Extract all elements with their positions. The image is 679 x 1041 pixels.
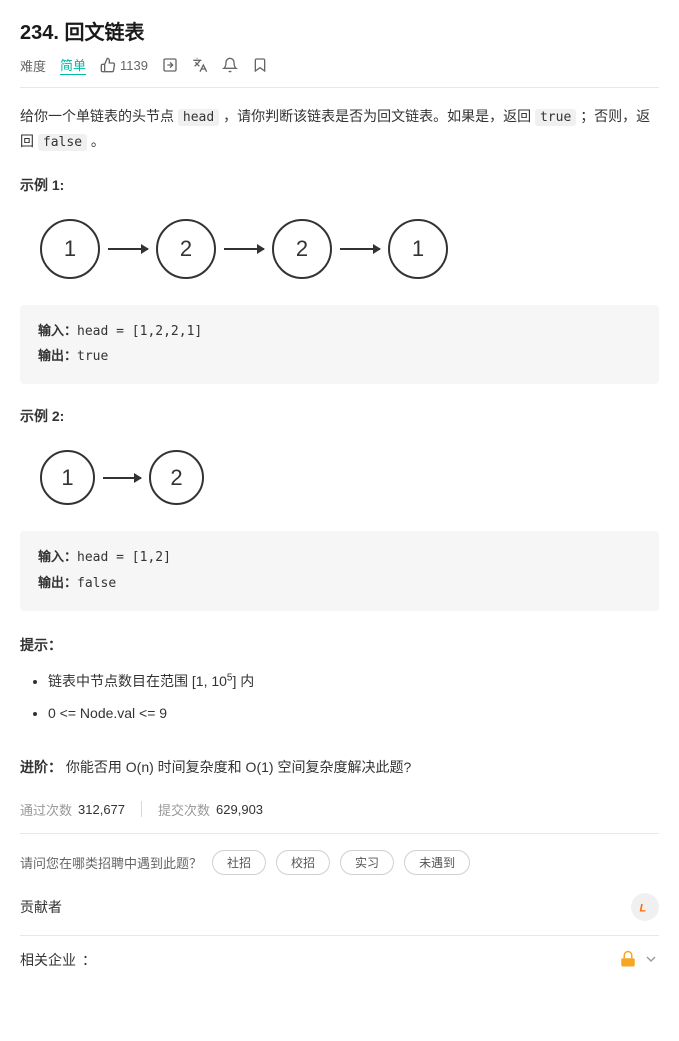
example2-section: 示例 2: 1 2 输入：head = [1,2] 输出：false [20,406,659,610]
example1-section: 示例 1: 1 2 2 1 输入：head = [1,2,2,1] 输出：tru… [20,175,659,384]
meta-row: 难度 简单 1139 [20,55,659,88]
advanced-section: 进阶： 你能否用 O(n) 时间复杂度和 O(1) 空间复杂度解决此题? [20,755,659,780]
difficulty-tag[interactable]: 简单 [60,55,86,75]
share-icon[interactable] [162,57,178,73]
pass-count-item: 通过次数 312,677 [20,800,125,819]
node-1b: 1 [388,219,448,279]
likes-count: 1139 [120,58,148,73]
related-companies-colon: ： [82,950,96,970]
recruit-label: 请问您在哪类招聘中遇到此题？ [20,853,202,872]
hint-1: 链表中节点数目在范围 [1, 105] 内 [48,667,659,695]
lock-icon [619,950,637,971]
contributors-label: 贡献者 [20,897,62,917]
node-2b: 2 [272,219,332,279]
example1-title: 示例 1: [20,175,659,195]
node-e2-1: 1 [40,450,95,505]
recruit-tag-xiaozao[interactable]: 校招 [276,850,330,875]
arrow-3 [340,248,380,250]
node-2a: 2 [156,219,216,279]
thumbs-up-icon [100,57,116,73]
translate-icon[interactable] [192,57,208,73]
node-1a: 1 [40,219,100,279]
problem-title: 234. 回文链表 [20,16,145,45]
submit-count-item: 提交次数 629,903 [158,800,263,819]
recruit-tag-weiyu[interactable]: 未遇到 [404,850,470,875]
true-code: true [535,109,576,126]
arrow-1 [108,248,148,250]
likes-icon-group[interactable]: 1139 [100,57,148,73]
example2-output-value: false [77,576,116,591]
example2-output-label: 输出： [38,575,77,590]
pass-count-value: 312,677 [78,802,125,817]
arrow-e2 [103,477,141,479]
example1-output-label: 输出： [38,348,77,363]
svg-text:L: L [640,902,647,914]
stat-divider [141,801,142,817]
contributors-section: 贡献者 L [20,893,659,936]
example2-input-value: head = [1,2] [77,550,171,565]
advanced-text: 你能否用 O(n) 时间复杂度和 O(1) 空间复杂度解决此题? [66,759,411,775]
head-code: head [178,109,219,126]
difficulty-label: 难度 [20,56,46,75]
submit-count-value: 629,903 [216,802,263,817]
chevron-down-icon[interactable] [643,951,659,970]
example1-input-label: 输入： [38,323,77,338]
node-e2-2: 2 [149,450,204,505]
hints-list: 链表中节点数目在范围 [1, 105] 内 0 <= Node.val <= 9 [20,667,659,727]
hints-title: 提示： [20,635,659,655]
example2-title: 示例 2: [20,406,659,426]
example1-output-value: true [77,349,108,364]
example2-input-label: 输入： [38,549,77,564]
pass-count-label: 通过次数 [20,800,72,819]
bell-icon[interactable] [222,57,238,73]
arrow-2 [224,248,264,250]
false-code: false [38,134,87,151]
advanced-label: 进阶： [20,759,62,775]
lc-logo: L [631,893,659,921]
recruit-section: 请问您在哪类招聘中遇到此题？ 社招 校招 实习 未遇到 [20,850,659,875]
related-companies-section: 相关企业 ： [20,950,659,971]
recruit-tag-shezao[interactable]: 社招 [212,850,266,875]
related-companies-label: 相关企业 [20,950,76,970]
stats-section: 通过次数 312,677 提交次数 629,903 [20,800,659,834]
hint-2: 0 <= Node.val <= 9 [48,699,659,727]
problem-description: 给你一个单链表的头节点 head ，请你判断该链表是否为回文链表。如果是，返回 … [20,104,659,155]
hints-section: 提示： 链表中节点数目在范围 [1, 105] 内 0 <= Node.val … [20,635,659,727]
recruit-tag-shixi[interactable]: 实习 [340,850,394,875]
example1-input-value: head = [1,2,2,1] [77,324,202,339]
example2-diagram: 1 2 [20,440,659,515]
example1-diagram: 1 2 2 1 [20,209,659,289]
example1-box: 输入：head = [1,2,2,1] 输出：true [20,305,659,384]
example2-box: 输入：head = [1,2] 输出：false [20,531,659,610]
submit-count-label: 提交次数 [158,800,210,819]
bookmark-icon[interactable] [252,57,268,73]
